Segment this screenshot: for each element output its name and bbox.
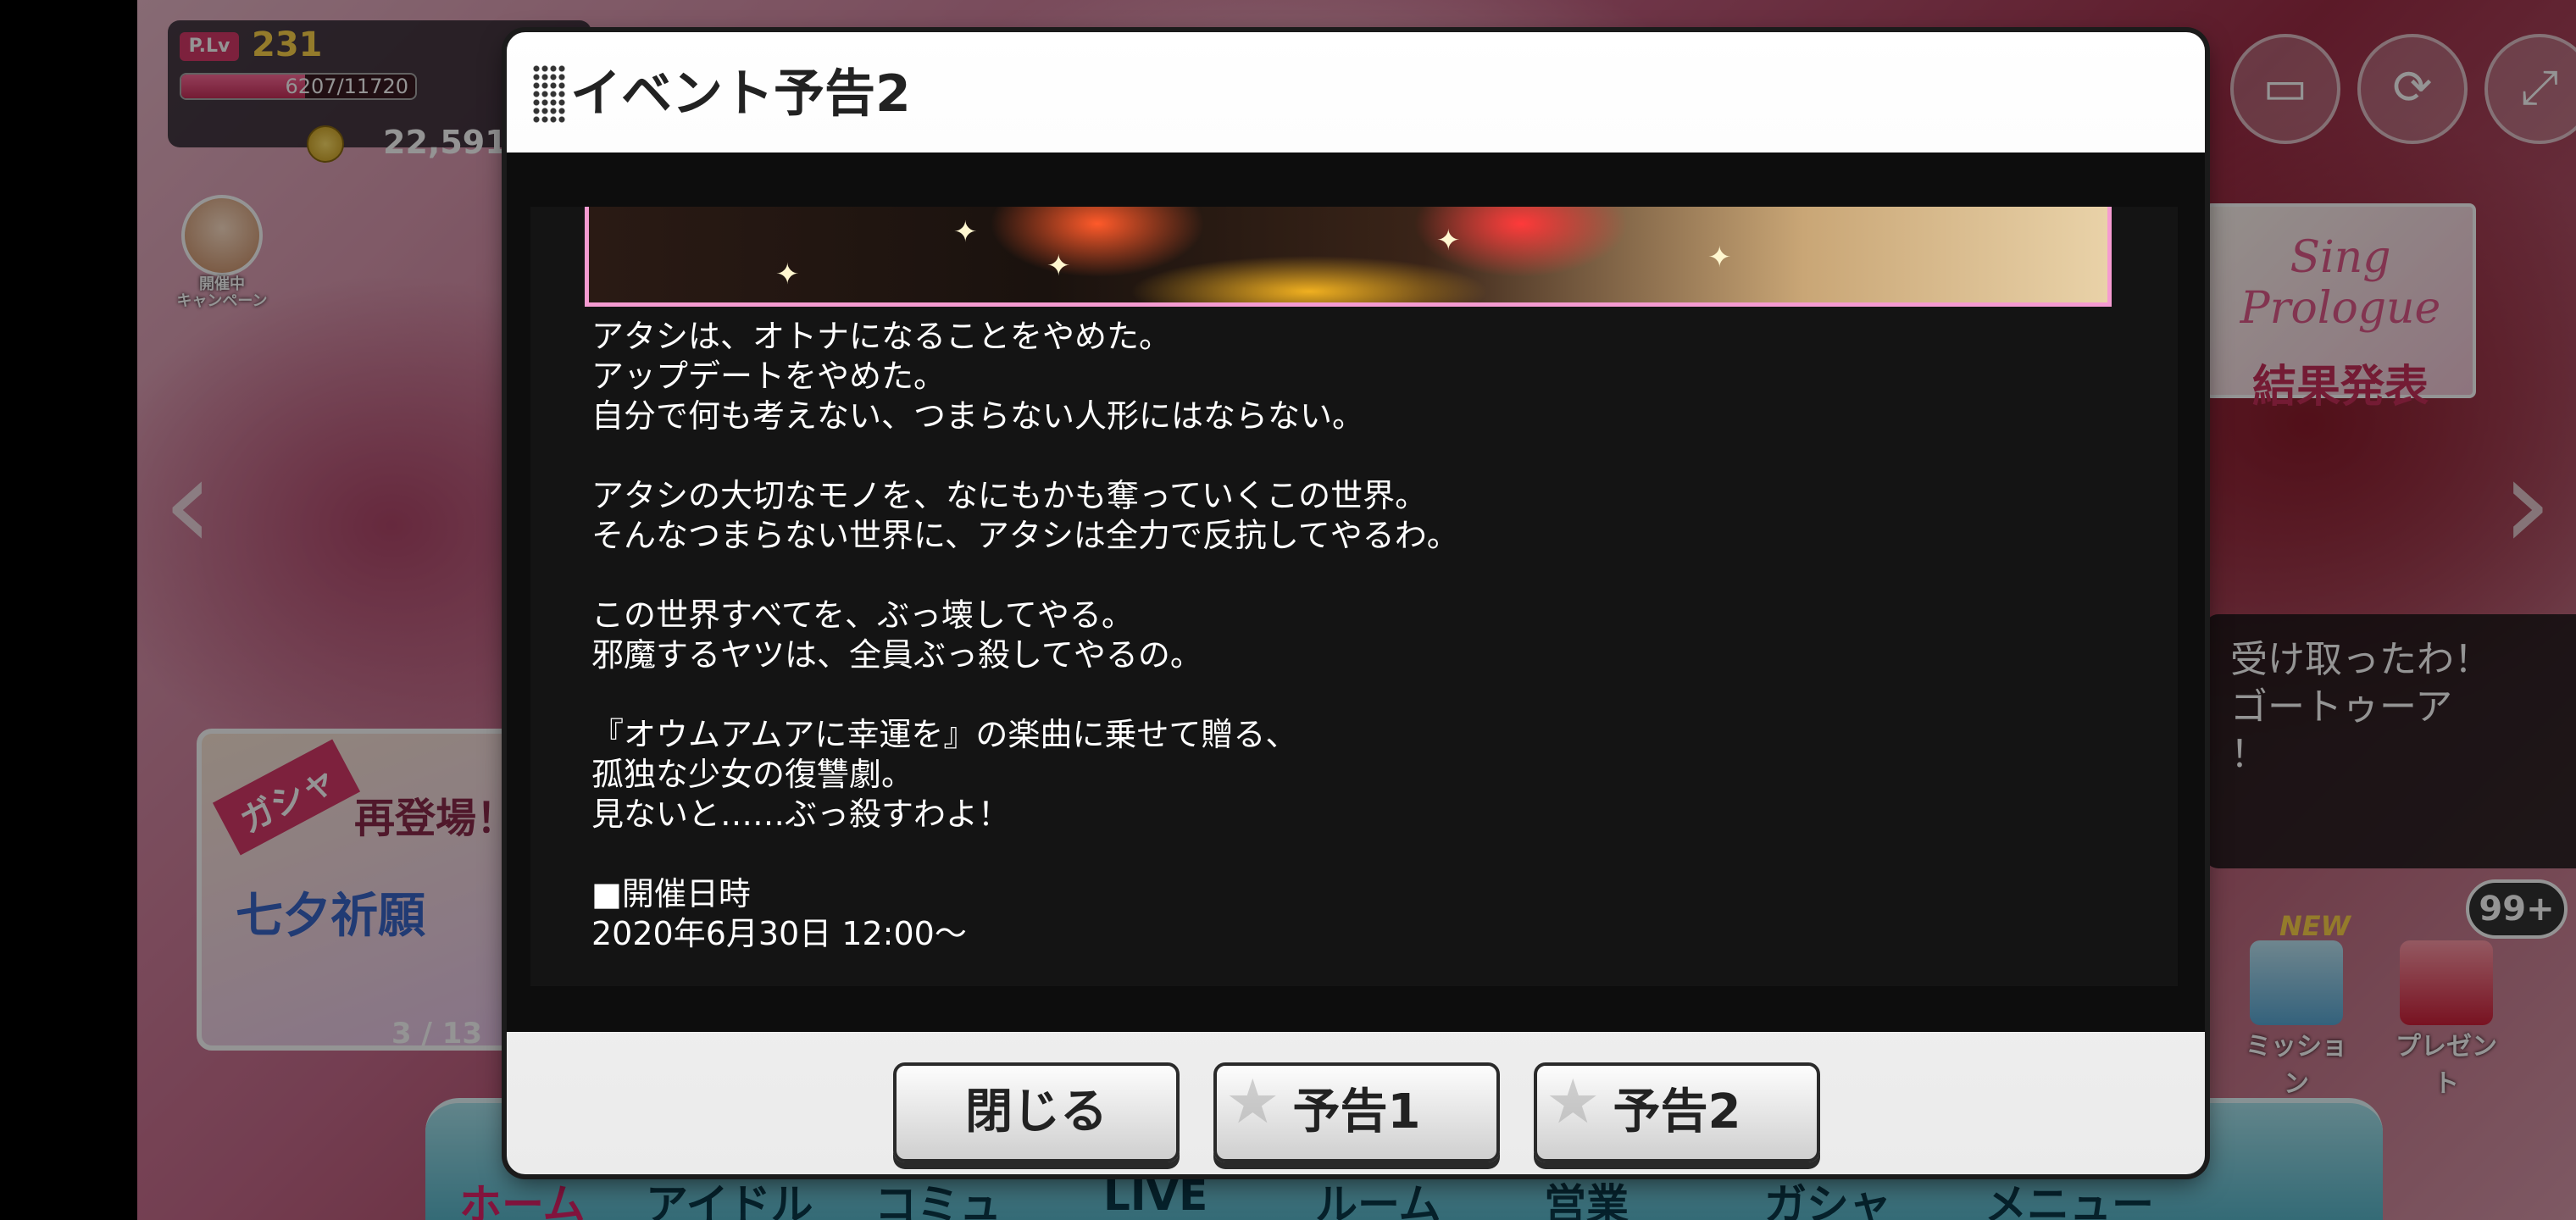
preview1-button-label: 予告1 (1292, 1084, 1421, 1140)
dialog-title: イベント予告2 (570, 64, 911, 124)
description-line: 自分で何も考えない、つまらない人形にはならない。 (591, 397, 1365, 435)
sparkle-icon: ✦ (953, 215, 978, 249)
dialog-content-scroll[interactable]: ✦ ✦ ✦ ✦ ✦ アタシは、オトナになることをやめた。 アップデートをやめた。自… (530, 207, 2178, 986)
close-button-label: 閉じる (965, 1084, 1108, 1140)
description-line: 見ないと……ぶっ殺すわよ！ (591, 796, 1011, 833)
sparkle-icon: ✦ (775, 258, 800, 291)
event-banner-image: ✦ ✦ ✦ ✦ ✦ (585, 207, 2112, 307)
dialog-header: イベント予告2 (507, 32, 2205, 152)
star-icon: ★ (1225, 1066, 1280, 1137)
preview1-button[interactable]: ★ 予告1 (1213, 1062, 1500, 1162)
description-line (591, 556, 2117, 596)
description-line: この世界すべてを、ぶっ壊してやる。 (591, 596, 1134, 634)
event-preview-dialog: イベント予告2 ✦ ✦ ✦ ✦ ✦ アタシは、オトナになることをやめた。 アップデ… (507, 32, 2205, 1174)
description-line: そんなつまらない世界に、アタシは全力で反抗してやるわ。 (591, 517, 1459, 554)
description-line: ■開催日時 (591, 875, 751, 912)
close-button[interactable]: 閉じる (893, 1062, 1180, 1162)
description-line (591, 835, 2117, 874)
grip-icon (532, 64, 566, 124)
preview2-button-label: 予告2 (1613, 1084, 1741, 1140)
sparkle-icon: ✦ (1046, 249, 1071, 283)
description-line: アタシは、オトナになることをやめた。 (591, 318, 1172, 355)
description-line (591, 675, 2117, 715)
dialog-footer: 閉じる ★ 予告1 ★ 予告2 (507, 1032, 2205, 1174)
sparkle-icon: ✦ (1436, 224, 1461, 258)
description-line: 『オウムアムアに幸運を』の楽曲に乗せて贈る、 (591, 716, 1298, 753)
description-line: 邪魔するヤツは、全員ぶっ殺してやるの。 (591, 636, 1202, 674)
description-line: アタシの大切なモノを、なにもかも奪っていくこの世界。 (591, 477, 1428, 514)
dialog-body: ✦ ✦ ✦ ✦ ✦ アタシは、オトナになることをやめた。 アップデートをやめた。自… (507, 152, 2205, 1032)
sparkle-icon: ✦ (1707, 241, 1732, 274)
description-line: アップデートをやめた。 (591, 358, 947, 395)
description-line (591, 436, 2117, 476)
description-line: 孤独な少女の復讐劇。 (591, 756, 914, 793)
preview2-button[interactable]: ★ 予告2 (1534, 1062, 1820, 1162)
event-description: アタシは、オトナになることをやめた。 アップデートをやめた。 自分で何も考えない、つ… (591, 317, 2117, 954)
description-line: 2020年6月30日 12:00～ (591, 915, 967, 952)
star-icon: ★ (1546, 1066, 1601, 1137)
